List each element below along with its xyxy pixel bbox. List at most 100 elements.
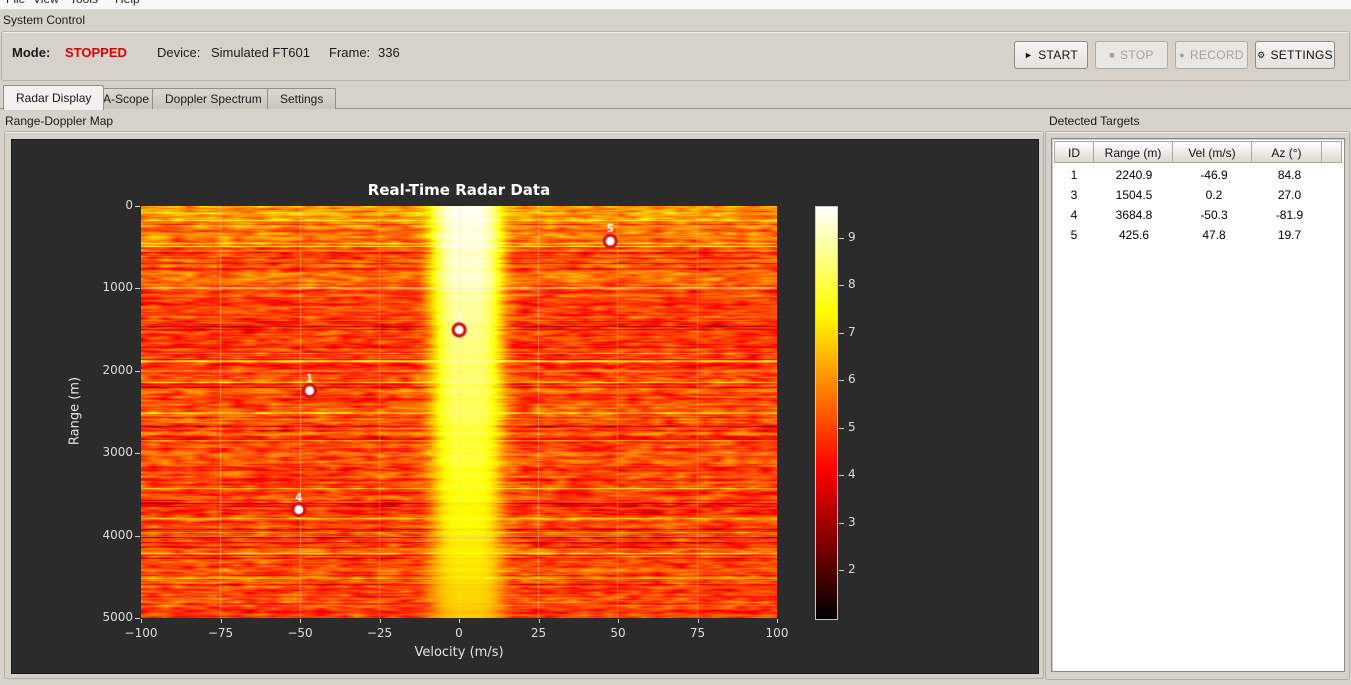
table-cell: 3684.8 bbox=[1115, 208, 1153, 222]
y-tick-label: 0 bbox=[125, 198, 133, 212]
settings-button[interactable]: ⚙ SETTINGS bbox=[1255, 41, 1335, 69]
colorbar-tick-mark bbox=[839, 522, 844, 524]
y-tick-label: 5000 bbox=[102, 610, 133, 624]
table-cell-filler bbox=[1325, 225, 1342, 245]
x-axis-label: Velocity (m/s) bbox=[414, 645, 504, 660]
x-tick-label: 50 bbox=[610, 626, 626, 640]
table-cell: 1504.5 bbox=[1115, 188, 1153, 202]
x-tick-mark bbox=[697, 619, 699, 623]
table-cell-filler bbox=[1325, 205, 1342, 225]
gear-icon: ⚙ bbox=[1257, 50, 1266, 60]
colorbar-tick-mark bbox=[839, 237, 844, 239]
table-cell: 0.2 bbox=[1205, 188, 1223, 202]
table-cell-filler bbox=[1325, 165, 1342, 185]
table-cell: -81.9 bbox=[1275, 208, 1304, 222]
colorbar-tick-mark bbox=[839, 427, 844, 429]
y-axis-label: Range (m) bbox=[67, 376, 83, 446]
y-tick-mark bbox=[135, 288, 140, 290]
column-header-az[interactable]: Az (°) bbox=[1251, 141, 1322, 163]
table-cell: 1 bbox=[1070, 168, 1078, 182]
table-cell: 19.7 bbox=[1277, 228, 1302, 242]
colorbar-tick-mark bbox=[839, 475, 844, 477]
detected-targets-group-title: Detected Targets bbox=[1049, 114, 1140, 128]
colorbar-tick-label: 4 bbox=[848, 467, 856, 482]
colorbar-tick-mark bbox=[839, 570, 844, 572]
record-button-label: RECORD bbox=[1189, 48, 1244, 62]
play-icon: ► bbox=[1024, 50, 1034, 60]
table-row[interactable]: 4 3684.8 -50.3 -81.9 bbox=[1054, 205, 1342, 225]
stop-icon: ■ bbox=[1109, 50, 1116, 60]
y-tick-label: 4000 bbox=[102, 527, 133, 542]
y-tick-label: 2000 bbox=[102, 362, 133, 377]
x-tick-mark bbox=[459, 619, 460, 623]
system-control-group-title: System Control bbox=[3, 13, 86, 27]
x-tick-mark bbox=[379, 619, 381, 623]
colorbar-tick-label: 5 bbox=[848, 419, 856, 434]
colorbar-tick-label: 7 bbox=[848, 324, 856, 339]
y-tick-mark bbox=[135, 206, 140, 207]
y-tick-label: 3000 bbox=[102, 445, 133, 460]
detected-targets-table: ID Range (m) Vel (m/s) Az (°) 1 2240.9 -46.9 8… bbox=[1051, 138, 1345, 672]
colorbar-tick-label: 8 bbox=[848, 277, 856, 292]
x-tick-label: −50 bbox=[287, 626, 313, 640]
table-cell: 2240.9 bbox=[1115, 168, 1153, 182]
table-row[interactable]: 3 1504.5 0.2 27.0 bbox=[1054, 185, 1342, 205]
table-cell: 27.0 bbox=[1277, 188, 1302, 202]
column-header-range-m[interactable]: Range (m) bbox=[1093, 141, 1173, 163]
tab-doppler-spectrum[interactable]: Doppler Spectrum bbox=[152, 88, 275, 109]
table-cell: 425.6 bbox=[1118, 228, 1150, 242]
table-row[interactable]: 1 2240.9 -46.9 84.8 bbox=[1054, 165, 1342, 185]
range-doppler-map-group-title: Range-Doppler Map bbox=[5, 114, 114, 128]
x-tick-mark bbox=[300, 619, 301, 623]
x-tick-mark bbox=[777, 619, 778, 623]
mode-label: Mode: bbox=[12, 45, 51, 60]
table-header-row: ID Range (m) Vel (m/s) Az (°) bbox=[1054, 141, 1342, 163]
y-tick-mark bbox=[135, 370, 140, 372]
start-button[interactable]: ► START bbox=[1014, 41, 1088, 69]
x-tick-mark bbox=[618, 619, 619, 623]
table-row[interactable]: 5 425.6 47.8 19.7 bbox=[1054, 225, 1342, 245]
mode-value: STOPPED bbox=[65, 45, 127, 60]
x-tick-label: 25 bbox=[530, 626, 547, 640]
menu-file[interactable]: File bbox=[6, 0, 25, 6]
table-body: 1 2240.9 -46.9 84.8 3 1504.5 0.2 27.0 4 3684.8 -50… bbox=[1054, 165, 1342, 245]
y-tick-mark bbox=[135, 535, 140, 537]
table-cell: 47.8 bbox=[1202, 228, 1226, 242]
stop-button[interactable]: ■ STOP bbox=[1095, 41, 1168, 69]
table-cell: -46.9 bbox=[1200, 168, 1228, 182]
x-tick-label: −25 bbox=[366, 626, 393, 640]
y-tick-mark bbox=[135, 453, 140, 455]
frame-label: Frame: bbox=[329, 45, 371, 60]
colorbar bbox=[815, 206, 838, 620]
table-cell: 4 bbox=[1070, 208, 1078, 222]
colorbar-tick-label: 3 bbox=[848, 514, 856, 529]
start-button-label: START bbox=[1038, 48, 1078, 62]
column-header-filler bbox=[1321, 141, 1342, 163]
stop-button-label: STOP bbox=[1120, 48, 1154, 62]
plot-title: Real-Time Radar Data bbox=[367, 181, 551, 199]
menu-tools[interactable]: Tools bbox=[70, 0, 98, 6]
x-tick-label: −75 bbox=[207, 626, 234, 640]
column-header-vel-m-s[interactable]: Vel (m/s) bbox=[1172, 141, 1252, 163]
range-doppler-heatmap bbox=[141, 206, 777, 618]
x-tick-label: 0 bbox=[455, 626, 463, 640]
radar-plot-panel: Real-Time Radar Data Velocity (m/s) Rang… bbox=[11, 139, 1039, 674]
column-header-id[interactable]: ID bbox=[1054, 141, 1094, 163]
frame-value: 336 bbox=[378, 45, 400, 60]
colorbar-tick-label: 9 bbox=[848, 229, 856, 244]
menu-bar: File View Tools Help bbox=[0, 0, 1351, 10]
tab-settings[interactable]: Settings bbox=[267, 88, 337, 109]
colorbar-tick-mark bbox=[839, 332, 844, 334]
x-tick-label: −100 bbox=[124, 626, 158, 640]
tab-radar-display[interactable]: Radar Display bbox=[3, 85, 105, 110]
table-cell: 84.8 bbox=[1277, 168, 1302, 182]
x-tick-mark bbox=[141, 619, 142, 623]
menu-view[interactable]: View bbox=[33, 0, 59, 6]
colorbar-tick-mark bbox=[839, 380, 844, 382]
x-tick-mark bbox=[220, 619, 222, 623]
y-tick-label: 1000 bbox=[102, 280, 133, 295]
record-button[interactable]: ● RECORD bbox=[1175, 41, 1248, 69]
table-cell: 5 bbox=[1070, 228, 1078, 242]
menu-help[interactable]: Help bbox=[115, 0, 140, 6]
x-tick-label: 75 bbox=[689, 626, 706, 640]
